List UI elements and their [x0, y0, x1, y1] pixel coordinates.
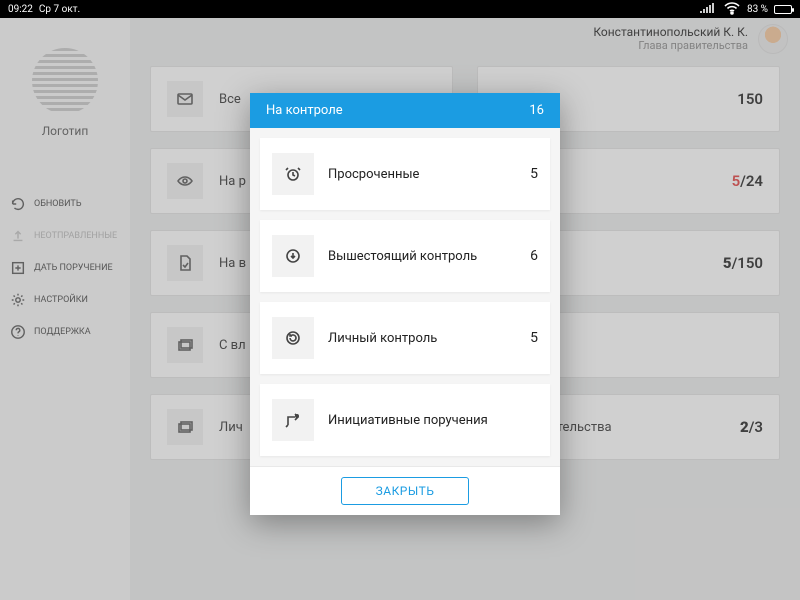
modal-on-control: На контроле 16 Просроченные 5 Вышестоящи…: [250, 93, 560, 515]
signal-icon: [699, 0, 717, 20]
modal-item-initiative[interactable]: Инициативные поручения: [260, 384, 550, 456]
modal-item-overdue[interactable]: Просроченные 5: [260, 138, 550, 210]
modal-total: 16: [529, 103, 544, 118]
modal-title: На контроле: [266, 103, 343, 118]
modal-item-label: Личный контроль: [328, 331, 516, 346]
assign-icon: [272, 399, 314, 441]
modal-item-label: Инициативные поручения: [328, 413, 524, 428]
circle-down-icon: [272, 235, 314, 277]
wifi-icon: [723, 0, 741, 20]
modal-item-count: 5: [530, 330, 538, 346]
status-date: Ср 7 окт.: [39, 4, 80, 15]
alarm-icon: [272, 153, 314, 195]
modal-header: На контроле 16: [250, 93, 560, 128]
modal-item-personal[interactable]: Личный контроль 5: [260, 302, 550, 374]
circle-arrow-icon: [272, 317, 314, 359]
modal-item-superior[interactable]: Вышестоящий контроль 6: [260, 220, 550, 292]
close-button[interactable]: ЗАКРЫТЬ: [341, 477, 470, 505]
status-time: 09:22: [8, 4, 33, 15]
modal-item-label: Просроченные: [328, 167, 516, 182]
modal-item-label: Вышестоящий контроль: [328, 249, 516, 264]
battery-percent: 83 %: [747, 4, 768, 15]
battery-icon: [774, 5, 792, 14]
status-bar: 09:22 Ср 7 окт. 83 %: [0, 0, 800, 18]
modal-item-count: 6: [530, 248, 538, 264]
modal-item-count: 5: [530, 166, 538, 182]
